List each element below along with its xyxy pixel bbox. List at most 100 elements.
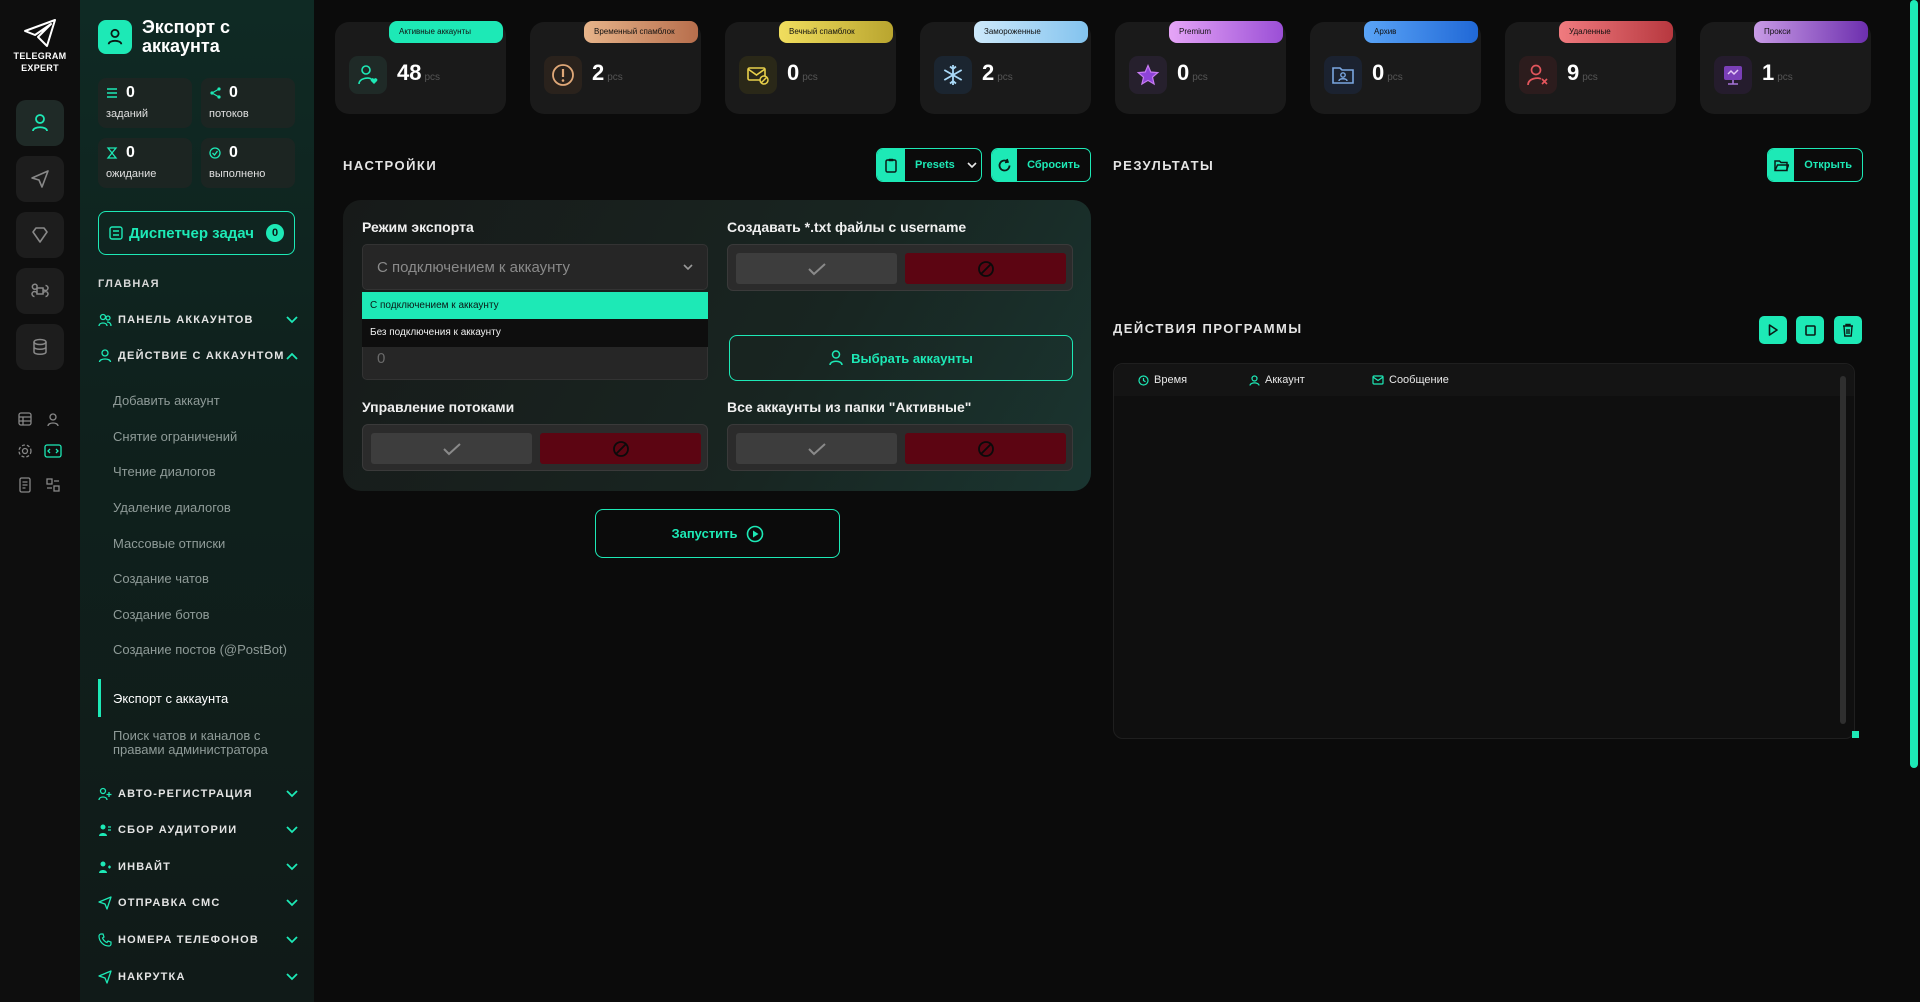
stop-button[interactable] <box>1796 316 1824 344</box>
resize-handle[interactable] <box>1852 731 1859 738</box>
rail-command-button[interactable] <box>16 268 64 314</box>
actions-log-table[interactable]: Время Аккаунт Сообщение <box>1113 363 1855 739</box>
trash-icon <box>1843 323 1853 337</box>
group-auto-registration[interactable]: АВТО-РЕГИСТРАЦИЯ <box>98 784 298 804</box>
card-premium[interactable]: Premium 0 pcs <box>1115 21 1286 114</box>
sub-item-mass-unsubscribe[interactable]: Массовые отписки <box>113 537 303 551</box>
sub-item-add-account[interactable]: Добавить аккаунт <box>113 394 303 408</box>
task-manager-button[interactable]: Диспетчер задач 0 <box>98 211 295 255</box>
card-active-accounts[interactable]: Активные аккаунты 48 pcs <box>335 21 506 114</box>
card-archive[interactable]: Архив 0 pcs <box>1310 21 1481 114</box>
grid-user-icon[interactable] <box>42 474 64 496</box>
task-list-icon <box>109 226 123 240</box>
export-mode-value: С подключением к аккаунту <box>377 258 570 276</box>
toggle-off-button[interactable] <box>905 433 1066 464</box>
sub-item-read-dialogs[interactable]: Чтение диалогов <box>113 465 303 479</box>
group-label: СБОР АУДИТОРИИ <box>118 824 238 836</box>
group-boost[interactable]: НАКРУТКА <box>98 967 298 987</box>
rail-send-button[interactable] <box>16 156 64 202</box>
play-button[interactable] <box>1759 316 1787 344</box>
sub-item-create-posts[interactable]: Создание постов (@PostBot) <box>113 643 303 657</box>
card-unit: pcs <box>1192 72 1208 83</box>
open-button[interactable]: Открыть <box>1767 148 1863 182</box>
page-scrollbar[interactable] <box>1910 0 1918 768</box>
clear-log-button[interactable] <box>1834 316 1862 344</box>
reset-button[interactable]: Сбросить <box>991 148 1091 182</box>
group-invite[interactable]: ИНВАЙТ <box>98 857 298 877</box>
diamond-icon <box>32 227 48 243</box>
group-audience-collection[interactable]: СБОР АУДИТОРИИ <box>98 820 298 840</box>
sidebar: Экспорт с аккаунта 0 заданий 0 потоков 0… <box>80 0 314 1002</box>
select-accounts-button[interactable]: Выбрать аккаунты <box>729 335 1073 381</box>
card-unit: pcs <box>997 72 1013 83</box>
toggle-on-button[interactable] <box>736 433 897 464</box>
column-account[interactable]: Аккаунт <box>1249 374 1305 386</box>
chevron-down-icon <box>286 790 298 798</box>
export-mode-select[interactable]: С подключением к аккаунту <box>362 244 708 290</box>
threads-label: Управление потоками <box>362 399 515 415</box>
clipboard-icon <box>877 149 905 181</box>
refresh-icon <box>992 149 1018 181</box>
card-permanent-spamblock[interactable]: Вечный спамблок 0 pcs <box>725 21 896 114</box>
sheet-icon[interactable] <box>14 408 36 430</box>
document-icon[interactable] <box>14 474 36 496</box>
toggle-on-button[interactable] <box>736 253 897 284</box>
presets-button[interactable]: Presets <box>876 148 982 182</box>
stat-label: потоков <box>209 108 249 120</box>
sub-item-export-account[interactable]: Экспорт с аккаунта <box>113 692 303 706</box>
active-item-indicator <box>98 679 101 717</box>
run-button[interactable]: Запустить <box>595 509 840 558</box>
card-value: 0 <box>1372 60 1385 85</box>
code-window-icon[interactable] <box>42 440 64 462</box>
column-label: Аккаунт <box>1265 374 1305 386</box>
send-icon <box>31 170 49 188</box>
sub-item-delete-dialogs[interactable]: Удаление диалогов <box>113 501 303 515</box>
sub-item-create-bots[interactable]: Создание ботов <box>113 608 303 622</box>
export-mode-option[interactable]: С подключением к аккаунту <box>362 292 708 319</box>
toggle-off-button[interactable] <box>540 433 701 464</box>
settings-icon[interactable] <box>14 440 36 462</box>
card-label: Архив <box>1364 21 1478 43</box>
sub-item-admin-chats-search[interactable]: Поиск чатов и каналов с правами админист… <box>113 729 303 757</box>
column-time[interactable]: Время <box>1138 374 1187 386</box>
log-scrollbar[interactable] <box>1840 376 1846 724</box>
user-icon <box>98 20 132 54</box>
group-account-actions[interactable]: ДЕЙСТВИЕ С АККАУНТОМ <box>98 346 298 366</box>
block-icon <box>977 440 994 457</box>
group-accounts-panel[interactable]: ПАНЕЛЬ АККАУНТОВ <box>98 310 298 330</box>
rail-accounts-button[interactable] <box>16 100 64 146</box>
card-value: 2 <box>982 60 995 85</box>
group-label: АВТО-РЕГИСТРАЦИЯ <box>118 788 253 800</box>
all-active-toggle <box>727 424 1073 471</box>
rail-diamond-button[interactable] <box>16 212 64 258</box>
card-label: Вечный спамблок <box>779 21 893 43</box>
column-message[interactable]: Сообщение <box>1372 374 1449 386</box>
folder-user-icon <box>1324 56 1362 94</box>
check-icon <box>807 442 826 455</box>
card-temp-spamblock[interactable]: Временный спамблок 2 pcs <box>530 21 701 114</box>
group-phone-numbers[interactable]: НОМЕРА ТЕЛЕФОНОВ <box>98 930 298 950</box>
toggle-off-button[interactable] <box>905 253 1066 284</box>
star-icon <box>1129 56 1167 94</box>
toggle-on-button[interactable] <box>371 433 532 464</box>
threads-toggle <box>362 424 708 471</box>
main-section-label[interactable]: ГЛАВНАЯ <box>98 278 160 290</box>
block-icon <box>977 260 994 277</box>
stat-value: 0 <box>126 144 135 161</box>
card-deleted[interactable]: Удаленные 9 pcs <box>1505 21 1676 114</box>
group-sms-sending[interactable]: ОТПРАВКА СМС <box>98 893 298 913</box>
card-frozen[interactable]: Замороженные 2 pcs <box>920 21 1091 114</box>
open-label: Открыть <box>1804 159 1852 171</box>
card-label: Временный спамблок <box>584 21 698 43</box>
location-user-icon[interactable] <box>42 408 64 430</box>
card-proxy[interactable]: Прокси 1 pcs <box>1700 21 1871 114</box>
log-header-row: Время Аккаунт Сообщение <box>1114 364 1854 396</box>
stat-value: 0 <box>229 84 238 101</box>
rail-database-button[interactable] <box>16 324 64 370</box>
sub-item-create-chats[interactable]: Создание чатов <box>113 572 303 586</box>
export-mode-option[interactable]: Без подключения к аккаунту <box>362 319 708 346</box>
group-label: НОМЕРА ТЕЛЕФОНОВ <box>118 934 260 946</box>
sub-item-remove-restrictions[interactable]: Снятие ограничений <box>113 430 303 444</box>
card-label: Активные аккаунты <box>389 21 503 43</box>
user-icon <box>1249 374 1260 386</box>
